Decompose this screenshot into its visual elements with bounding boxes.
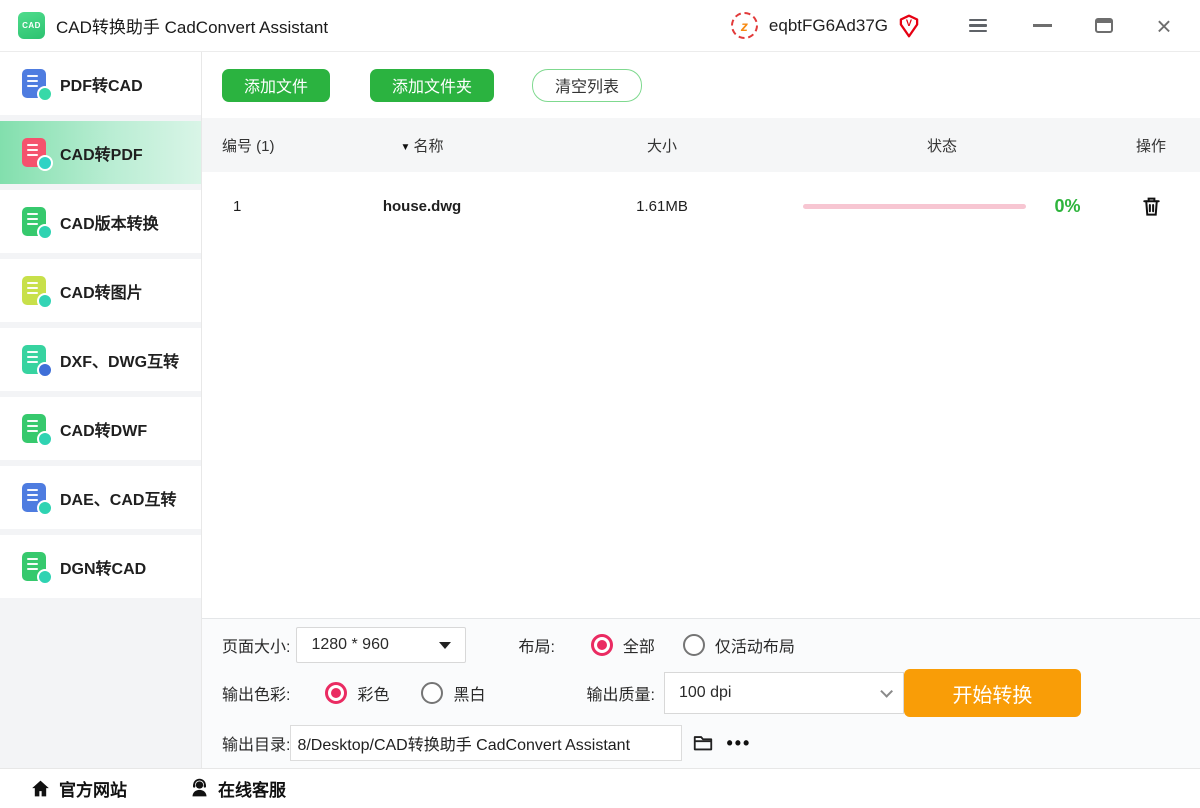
settings-panel: 页面大小: 1280 * 960 布局: 全部 仅活动布局 输出色彩: 彩色 bbox=[202, 618, 1200, 768]
settings-row-dir: 输出目录: ••• bbox=[202, 723, 1200, 763]
row-filesize: 1.61MB bbox=[542, 198, 782, 215]
online-support-link[interactable]: 在线客服 bbox=[189, 776, 286, 801]
main-panel: 添加文件 添加文件夹 清空列表 编号 (1) ▼名称 大小 状态 操作 1 ho… bbox=[202, 52, 1200, 768]
dgn-to-cad-icon bbox=[22, 552, 46, 581]
minimize-icon[interactable] bbox=[1030, 14, 1054, 38]
table-row[interactable]: 1 house.dwg 1.61MB 0% bbox=[202, 172, 1200, 240]
cad-to-dwf-icon bbox=[22, 414, 46, 443]
layout-radio-all-label[interactable]: 全部 bbox=[623, 633, 655, 657]
layout-label: 布局: bbox=[518, 633, 554, 657]
dropdown-arrow-icon bbox=[439, 642, 451, 649]
layout-radio-active-only[interactable] bbox=[683, 634, 705, 656]
quality-value: 100 dpi bbox=[679, 684, 732, 702]
footer: 官方网站 在线客服 bbox=[0, 768, 1200, 808]
vip-badge-icon[interactable]: V bbox=[896, 13, 922, 39]
user-avatar-icon[interactable]: z bbox=[731, 12, 758, 39]
maximize-icon[interactable] bbox=[1092, 14, 1116, 38]
header-index: 编号 (1) bbox=[202, 135, 302, 156]
sidebar-item-dxf-dwg-convert[interactable]: DXF、DWG互转 bbox=[0, 328, 201, 397]
hamburger-menu-icon[interactable] bbox=[966, 14, 990, 38]
sidebar: PDF转CAD CAD转PDF CAD版本转换 CAD转图片 DXF、DWG互转… bbox=[0, 52, 202, 768]
quality-label: 输出质量: bbox=[586, 681, 654, 705]
user-account-area[interactable]: z eqbtFG6Ad37G V bbox=[731, 12, 922, 39]
header-name[interactable]: ▼名称 bbox=[302, 135, 542, 156]
svg-text:V: V bbox=[906, 18, 913, 28]
app-logo-icon: CAD bbox=[18, 12, 45, 39]
color-radio-color-label[interactable]: 彩色 bbox=[357, 681, 389, 705]
pdf-to-cad-icon bbox=[22, 69, 46, 98]
sidebar-item-cad-to-pdf[interactable]: CAD转PDF bbox=[0, 121, 201, 190]
toolbar: 添加文件 添加文件夹 清空列表 bbox=[202, 52, 1200, 118]
customer-service-icon bbox=[189, 778, 210, 799]
folder-icon[interactable] bbox=[692, 732, 714, 754]
output-dir-input[interactable] bbox=[290, 725, 682, 761]
sidebar-filler bbox=[0, 604, 201, 768]
progress-bar bbox=[803, 204, 1026, 209]
clear-list-button[interactable]: 清空列表 bbox=[532, 69, 642, 102]
color-radio-bw-label[interactable]: 黑白 bbox=[453, 681, 485, 705]
sidebar-item-cad-version-convert[interactable]: CAD版本转换 bbox=[0, 190, 201, 259]
row-index: 1 bbox=[202, 198, 302, 215]
sidebar-item-dgn-to-cad[interactable]: DGN转CAD bbox=[0, 535, 201, 604]
add-folder-button[interactable]: 添加文件夹 bbox=[370, 69, 494, 102]
layout-radio-all[interactable] bbox=[591, 634, 613, 656]
page-size-select[interactable]: 1280 * 960 bbox=[296, 627, 466, 663]
output-color-label: 输出色彩: bbox=[222, 681, 290, 705]
header-status: 状态 bbox=[782, 135, 1102, 156]
row-action bbox=[1102, 195, 1200, 218]
sidebar-item-label: CAD转PDF bbox=[60, 141, 143, 165]
chevron-down-icon bbox=[880, 685, 893, 698]
color-radio-color[interactable] bbox=[325, 682, 347, 704]
start-convert-button[interactable]: 开始转换 bbox=[904, 669, 1081, 717]
dae-cad-convert-icon bbox=[22, 483, 46, 512]
table-header: 编号 (1) ▼名称 大小 状态 操作 bbox=[202, 118, 1200, 172]
sidebar-item-cad-to-image[interactable]: CAD转图片 bbox=[0, 259, 201, 328]
sidebar-item-label: CAD版本转换 bbox=[60, 210, 159, 234]
cad-version-convert-icon bbox=[22, 207, 46, 236]
add-file-button[interactable]: 添加文件 bbox=[222, 69, 330, 102]
settings-row-output: 输出色彩: 彩色 黑白 输出质量: 100 dpi 开始转换 bbox=[202, 669, 1200, 717]
official-site-label: 官方网站 bbox=[59, 776, 127, 801]
settings-row-page: 页面大小: 1280 * 960 布局: 全部 仅活动布局 bbox=[202, 625, 1200, 665]
page-size-value: 1280 * 960 bbox=[311, 636, 388, 654]
row-status: 0% bbox=[782, 196, 1102, 217]
sidebar-item-label: CAD转DWF bbox=[60, 417, 147, 441]
username-text: eqbtFG6Ad37G bbox=[769, 16, 888, 36]
sidebar-item-cad-to-dwf[interactable]: CAD转DWF bbox=[0, 397, 201, 466]
sidebar-item-label: PDF转CAD bbox=[60, 72, 143, 96]
app-title: CAD转换助手 CadConvert Assistant bbox=[56, 13, 328, 38]
row-filename: house.dwg bbox=[302, 198, 542, 215]
trash-icon[interactable] bbox=[1140, 195, 1163, 218]
home-icon bbox=[30, 778, 51, 799]
output-dir-label: 输出目录: bbox=[222, 731, 290, 755]
more-dots-icon[interactable]: ••• bbox=[726, 733, 751, 754]
progress-percent: 0% bbox=[1054, 196, 1080, 217]
sidebar-item-label: DXF、DWG互转 bbox=[60, 348, 179, 372]
layout-radio-active-only-label[interactable]: 仅活动布局 bbox=[715, 633, 795, 657]
file-list: 1 house.dwg 1.61MB 0% bbox=[202, 172, 1200, 618]
official-site-link[interactable]: 官方网站 bbox=[30, 776, 127, 801]
cad-to-pdf-icon bbox=[22, 138, 46, 167]
sidebar-item-dae-cad-convert[interactable]: DAE、CAD互转 bbox=[0, 466, 201, 535]
titlebar: CAD CAD转换助手 CadConvert Assistant z eqbtF… bbox=[0, 0, 1200, 52]
page-size-label: 页面大小: bbox=[222, 633, 290, 657]
color-radio-bw[interactable] bbox=[421, 682, 443, 704]
sidebar-item-pdf-to-cad[interactable]: PDF转CAD bbox=[0, 52, 201, 121]
header-action: 操作 bbox=[1102, 135, 1200, 156]
cad-to-image-icon bbox=[22, 276, 46, 305]
sidebar-item-label: DAE、CAD互转 bbox=[60, 486, 176, 510]
quality-select[interactable]: 100 dpi bbox=[664, 672, 904, 714]
close-icon[interactable]: × bbox=[1152, 14, 1176, 38]
sort-desc-icon[interactable]: ▼ bbox=[401, 142, 411, 153]
sidebar-item-label: DGN转CAD bbox=[60, 555, 146, 579]
online-support-label: 在线客服 bbox=[218, 776, 286, 801]
sidebar-item-label: CAD转图片 bbox=[60, 279, 143, 303]
app-window: CAD CAD转换助手 CadConvert Assistant z eqbtF… bbox=[0, 0, 1200, 808]
header-size: 大小 bbox=[542, 135, 782, 156]
dxf-dwg-convert-icon bbox=[22, 345, 46, 374]
